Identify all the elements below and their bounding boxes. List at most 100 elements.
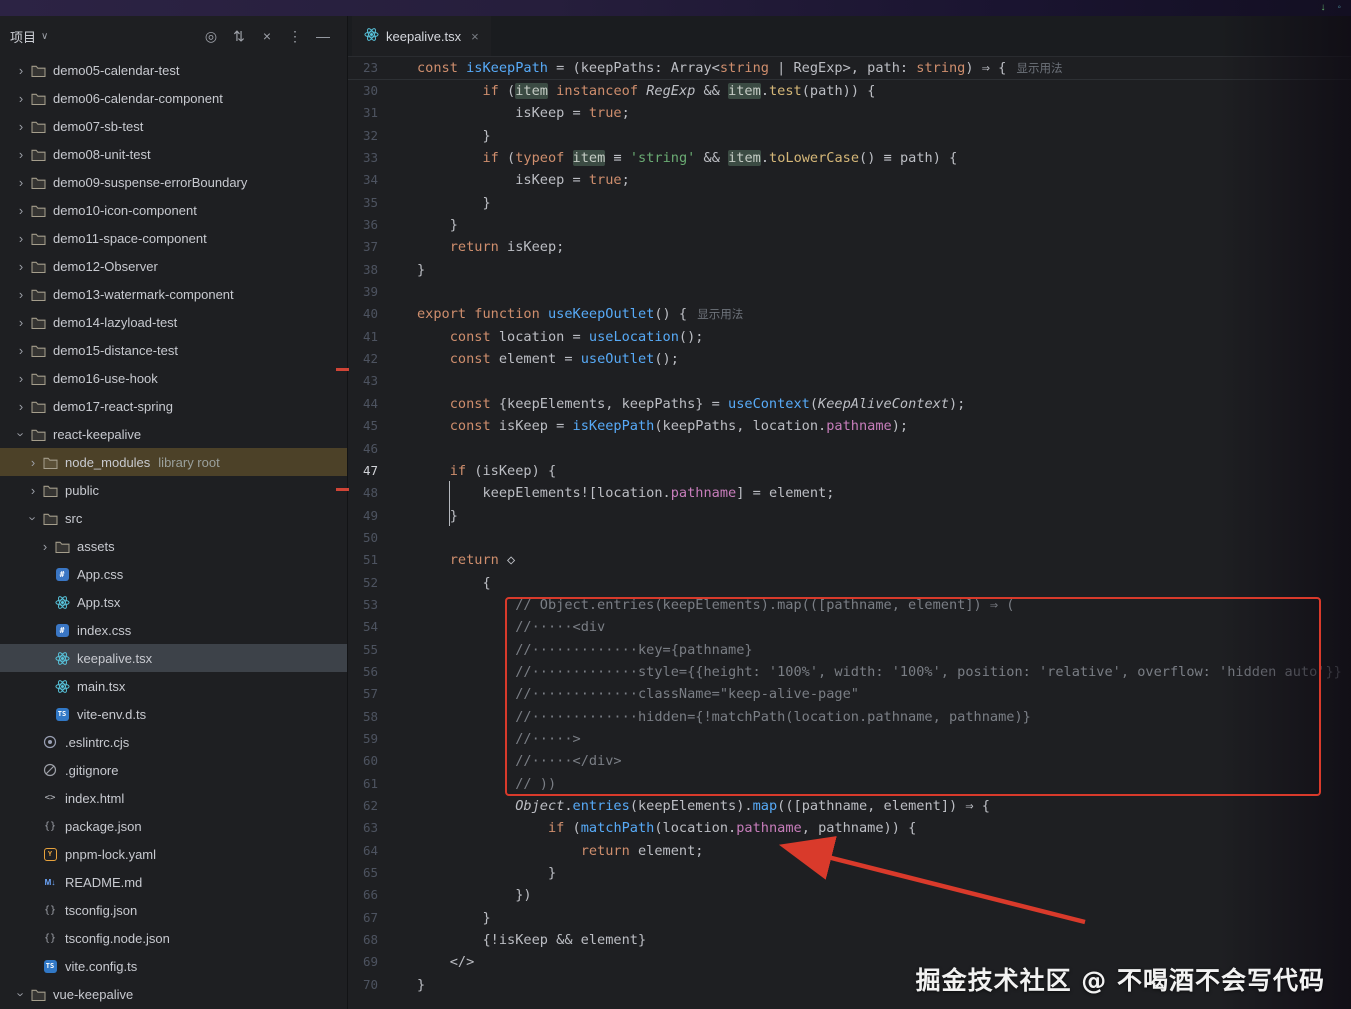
code-line-65[interactable]: 65 } <box>348 862 1351 884</box>
code-line-62[interactable]: 62 Object.entries(keepElements).map(([pa… <box>348 795 1351 817</box>
tree-row-react-keepalive[interactable]: › react-keepalive <box>0 420 347 448</box>
chevron-collapsed-icon[interactable]: › <box>12 343 30 358</box>
code-line-47[interactable]: 47 if (isKeep) { <box>348 460 1351 482</box>
code-line-30[interactable]: 30 if (item instanceof RegExp && item.te… <box>348 80 1351 102</box>
code-line-55[interactable]: 55 //·············key={pathname} <box>348 639 1351 661</box>
tree-row-demo09-suspense-errorboundary[interactable]: › demo09-suspense-errorBoundary <box>0 168 347 196</box>
tree-row-demo15-distance-test[interactable]: › demo15-distance-test <box>0 336 347 364</box>
line-number[interactable]: 37 <box>348 236 378 258</box>
chevron-collapsed-icon[interactable]: › <box>24 455 42 470</box>
tree-row-node-modules[interactable]: › node_modules library root <box>0 448 347 476</box>
line-number[interactable]: 55 <box>348 639 378 661</box>
tree-row-demo16-use-hook[interactable]: › demo16-use-hook <box>0 364 347 392</box>
line-number[interactable]: 47 <box>348 460 378 482</box>
tree-row-app-tsx[interactable]: App.tsx <box>0 588 347 616</box>
chevron-expanded-icon[interactable]: › <box>26 509 41 527</box>
line-number[interactable]: 59 <box>348 728 378 750</box>
line-number[interactable]: 42 <box>348 348 378 370</box>
code-line-31[interactable]: 31 isKeep = true; <box>348 102 1351 124</box>
close-icon[interactable]: × <box>471 29 479 44</box>
tree-row-demo08-unit-test[interactable]: › demo08-unit-test <box>0 140 347 168</box>
code-line-38[interactable]: 38} <box>348 259 1351 281</box>
code-line-53[interactable]: 53 // Object.entries(keepElements).map((… <box>348 594 1351 616</box>
expand-all-icon[interactable]: ⇅ <box>225 23 253 49</box>
tree-row-demo13-watermark-component[interactable]: › demo13-watermark-component <box>0 280 347 308</box>
tree-row--gitignore[interactable]: .gitignore <box>0 756 347 784</box>
code-line-35[interactable]: 35 } <box>348 192 1351 214</box>
chevron-collapsed-icon[interactable]: › <box>12 259 30 274</box>
line-number[interactable]: 39 <box>348 281 378 303</box>
line-number[interactable]: 53 <box>348 594 378 616</box>
code-line-51[interactable]: 51 return ◇ <box>348 549 1351 571</box>
line-number[interactable]: 30 <box>348 80 378 102</box>
line-number[interactable]: 33 <box>348 147 378 169</box>
line-number[interactable]: 48 <box>348 482 378 504</box>
locate-icon[interactable]: ◎ <box>197 23 225 49</box>
line-number[interactable]: 43 <box>348 370 378 392</box>
tree-row-demo07-sb-test[interactable]: › demo07-sb-test <box>0 112 347 140</box>
tree-row-demo14-lazyload-test[interactable]: › demo14-lazyload-test <box>0 308 347 336</box>
tree-row-vite-env-d-ts[interactable]: TS vite-env.d.ts <box>0 700 347 728</box>
code-viewport[interactable]: 30 if (item instanceof RegExp && item.te… <box>348 80 1351 996</box>
chevron-collapsed-icon[interactable]: › <box>12 119 30 134</box>
more-options-icon[interactable]: ⋮ <box>281 23 309 49</box>
line-number[interactable]: 44 <box>348 393 378 415</box>
tree-row-package-json[interactable]: {} package.json <box>0 812 347 840</box>
chevron-collapsed-icon[interactable]: › <box>12 203 30 218</box>
chevron-expanded-icon[interactable]: › <box>14 425 29 443</box>
tree-row-vue-keepalive[interactable]: › vue-keepalive <box>0 980 347 1008</box>
line-number[interactable]: 35 <box>348 192 378 214</box>
line-number[interactable]: 63 <box>348 817 378 839</box>
line-number[interactable]: 61 <box>348 773 378 795</box>
code-line-63[interactable]: 63 if (matchPath(location.pathname, path… <box>348 817 1351 839</box>
code-line-48[interactable]: 48 keepElements![location.pathname] = el… <box>348 482 1351 504</box>
chevron-collapsed-icon[interactable]: › <box>36 539 54 554</box>
line-number[interactable]: 38 <box>348 259 378 281</box>
line-number[interactable]: 69 <box>348 951 378 973</box>
line-number[interactable]: 52 <box>348 572 378 594</box>
line-number[interactable]: 51 <box>348 549 378 571</box>
code-line-33[interactable]: 33 if (typeof item ≡ 'string' && item.to… <box>348 147 1351 169</box>
line-number[interactable]: 70 <box>348 974 378 996</box>
line-number[interactable]: 64 <box>348 840 378 862</box>
tree-row-public[interactable]: › public <box>0 476 347 504</box>
chevron-collapsed-icon[interactable]: › <box>12 399 30 414</box>
chevron-collapsed-icon[interactable]: › <box>24 483 42 498</box>
chevron-collapsed-icon[interactable]: › <box>12 147 30 162</box>
tree-row-demo11-space-component[interactable]: › demo11-space-component <box>0 224 347 252</box>
hide-panel-icon[interactable]: — <box>309 23 337 49</box>
tree-row-tsconfig-node-json[interactable]: {} tsconfig.node.json <box>0 924 347 952</box>
line-number[interactable]: 32 <box>348 125 378 147</box>
line-number[interactable]: 67 <box>348 907 378 929</box>
code-line-52[interactable]: 52 { <box>348 572 1351 594</box>
code-line-45[interactable]: 45 const isKeep = isKeepPath(keepPaths, … <box>348 415 1351 437</box>
line-number[interactable]: 62 <box>348 795 378 817</box>
tree-row--eslintrc-cjs[interactable]: .eslintrc.cjs <box>0 728 347 756</box>
tree-row-demo05-calendar-test[interactable]: › demo05-calendar-test <box>0 56 347 84</box>
code-line-49[interactable]: 49 } <box>348 505 1351 527</box>
code-line-41[interactable]: 41 const location = useLocation(); <box>348 326 1351 348</box>
code-line-68[interactable]: 68 {!isKeep && element} <box>348 929 1351 951</box>
tree-row-demo12-observer[interactable]: › demo12-Observer <box>0 252 347 280</box>
code-line-23[interactable]: 23 const isKeepPath = (keepPaths: Array<s… <box>348 57 1351 79</box>
code-line-54[interactable]: 54 //·····<div <box>348 616 1351 638</box>
tree-row-readme-md[interactable]: M↓ README.md <box>0 868 347 896</box>
tree-row-keepalive-tsx[interactable]: keepalive.tsx <box>0 644 347 672</box>
line-number[interactable]: 49 <box>348 505 378 527</box>
code-line-32[interactable]: 32 } <box>348 125 1351 147</box>
code-line-34[interactable]: 34 isKeep = true; <box>348 169 1351 191</box>
chevron-collapsed-icon[interactable]: › <box>12 63 30 78</box>
tree-row-tsconfig-json[interactable]: {} tsconfig.json <box>0 896 347 924</box>
line-number[interactable]: 46 <box>348 438 378 460</box>
code-line-44[interactable]: 44 const {keepElements, keepPaths} = use… <box>348 393 1351 415</box>
line-number[interactable]: 60 <box>348 750 378 772</box>
code-line-64[interactable]: 64 return element; <box>348 840 1351 862</box>
line-number[interactable]: 54 <box>348 616 378 638</box>
chevron-expanded-icon[interactable]: › <box>14 985 29 1003</box>
code-line-46[interactable]: 46 <box>348 438 1351 460</box>
code-line-39[interactable]: 39 <box>348 281 1351 303</box>
code-line-40[interactable]: 40 export function useKeepOutlet() { 显示用法 <box>348 303 1351 325</box>
tree-row-index-css[interactable]: # index.css <box>0 616 347 644</box>
tree-row-demo17-react-spring[interactable]: › demo17-react-spring <box>0 392 347 420</box>
code-line-50[interactable]: 50 <box>348 527 1351 549</box>
